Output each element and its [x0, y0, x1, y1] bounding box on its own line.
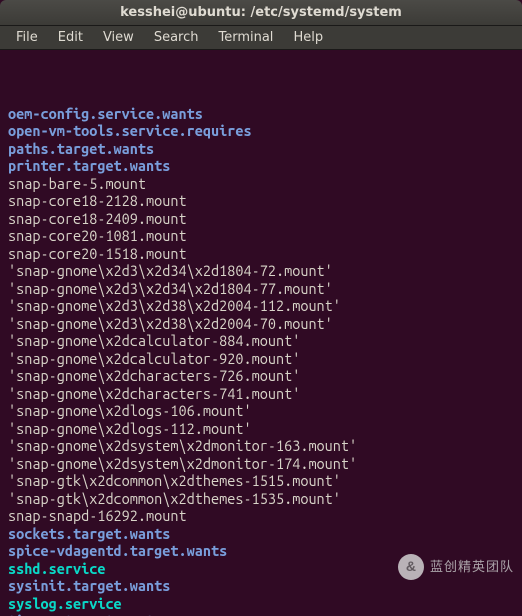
terminal-line: timers.target.wants [8, 612, 514, 616]
terminal-line: 'snap-gnome\x2dlogs-106.mount' [8, 402, 514, 420]
terminal-line: snap-bare-5.mount [8, 175, 514, 193]
terminal-line: 'snap-gnome\x2dcharacters-741.mount' [8, 385, 514, 403]
terminal-window: kesshei@ubuntu: /etc/systemd/system File… [0, 0, 522, 616]
menu-terminal[interactable]: Terminal [208, 28, 283, 47]
terminal-line: 'snap-gnome\x2dlogs-112.mount' [8, 420, 514, 438]
wechat-icon: & [398, 554, 424, 580]
terminal-line: 'snap-gnome\x2dsystem\x2dmonitor-163.mou… [8, 437, 514, 455]
terminal-line: 'snap-gnome\x2d3\x2d34\x2d1804-77.mount' [8, 280, 514, 298]
terminal-line: snap-core18-2409.mount [8, 210, 514, 228]
window-titlebar: kesshei@ubuntu: /etc/systemd/system [0, 0, 522, 26]
terminal-line: open-vm-tools.service.requires [8, 122, 514, 140]
terminal-line: paths.target.wants [8, 140, 514, 158]
terminal-line: 'snap-gnome\x2d3\x2d38\x2d2004-112.mount… [8, 297, 514, 315]
terminal-line: syslog.service [8, 595, 514, 613]
terminal-line: snap-snapd-16292.mount [8, 507, 514, 525]
terminal-line: 'snap-gnome\x2dcharacters-726.mount' [8, 367, 514, 385]
terminal-line: 'snap-gtk\x2dcommon\x2dthemes-1515.mount… [8, 472, 514, 490]
menu-view[interactable]: View [93, 28, 144, 47]
watermark-text: 蓝创精英团队 [430, 558, 514, 576]
terminal-line: snap-core20-1518.mount [8, 245, 514, 263]
terminal-line: 'snap-gnome\x2d3\x2d38\x2d2004-70.mount' [8, 315, 514, 333]
window-title: kesshei@ubuntu: /etc/systemd/system [120, 5, 402, 20]
watermark: & 蓝创精英团队 [398, 554, 514, 580]
menu-search[interactable]: Search [144, 28, 209, 47]
terminal-area[interactable]: oem-config.service.wantsopen-vm-tools.se… [0, 50, 522, 616]
terminal-line: 'snap-gnome\x2dcalculator-920.mount' [8, 350, 514, 368]
terminal-line: sockets.target.wants [8, 525, 514, 543]
menu-file[interactable]: File [6, 28, 48, 47]
menu-help[interactable]: Help [283, 28, 333, 47]
terminal-line: 'snap-gnome\x2dsystem\x2dmonitor-174.mou… [8, 455, 514, 473]
terminal-line: 'snap-gnome\x2d3\x2d34\x2d1804-72.mount' [8, 262, 514, 280]
menubar: File Edit View Search Terminal Help [0, 26, 522, 50]
terminal-line: 'snap-gtk\x2dcommon\x2dthemes-1535.mount… [8, 490, 514, 508]
terminal-line: printer.target.wants [8, 157, 514, 175]
menu-edit[interactable]: Edit [48, 28, 93, 47]
terminal-line: snap-core20-1081.mount [8, 227, 514, 245]
terminal-line: oem-config.service.wants [8, 105, 514, 123]
terminal-line: 'snap-gnome\x2dcalculator-884.mount' [8, 332, 514, 350]
terminal-line: snap-core18-2128.mount [8, 192, 514, 210]
